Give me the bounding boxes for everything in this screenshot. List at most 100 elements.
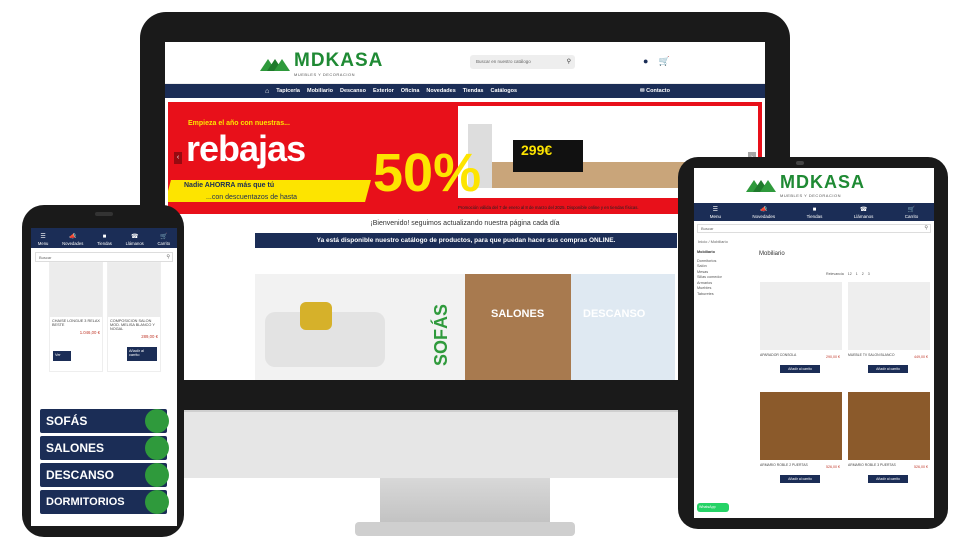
catalog-announcement[interactable]: Ya está disponible nuestro catálogo de p… [255,233,677,248]
product-title: COMPOSICION SALON MOD. MELISA BLANCO Y N… [110,319,155,331]
tablet-nav-carrito[interactable]: 🛒 Carrito [905,206,919,219]
nav-item-tapiceria[interactable]: Tapicería [276,88,300,94]
phone-nav-label: Llámanos [125,241,144,246]
banner-headline: rebajas [186,128,306,169]
tablet-nav-novedades[interactable]: 📣 Novedades [752,206,775,219]
contact-link[interactable]: ✉ Contacto [640,88,670,94]
promo-banner[interactable]: 299€ Empieza el año con nuestras... reba… [168,102,762,214]
product-price: 526,00 € [914,465,928,469]
tile-salones-label: SALONES [491,308,545,320]
phone-nav-label: Tiendas [97,241,112,246]
product-image [848,392,930,460]
tile-descanso[interactable]: DESCANSO [571,274,675,380]
phone-search-input[interactable]: Buscar ⚲ [35,252,173,262]
desktop-logo[interactable]: MDKASA MUEBLES Y DECORACION [260,50,383,77]
phone-icon: ☎ [130,234,139,240]
phone-nav-llamanos[interactable]: ☎ Llámanos [126,233,144,246]
tablet-nav-tiendas[interactable]: ■ Tiendas [807,206,823,219]
product-card[interactable]: ARMARIO ROBLE 3 PUERTAS 526,00 € Añadir … [848,392,930,492]
whatsapp-button[interactable]: WhatsApp [697,503,729,512]
desktop-search-input[interactable]: Buscar en nuestro catálogo ⚲ [470,55,575,69]
add-to-cart-button[interactable]: Añadir al carrito [868,475,908,483]
logo-wordmark: MDKASA [780,172,865,192]
tablet-nav-menu[interactable]: ☰ Menu [710,206,721,219]
carousel-prev-icon[interactable]: ‹ [174,152,182,164]
add-to-cart-button[interactable]: Añadir al carrito [868,365,908,373]
sidebar-heading: Mobiliario [697,250,715,254]
breadcrumb[interactable]: Inicio / Mobiliario [698,239,728,244]
search-icon[interactable]: ⚲ [924,225,928,231]
megaphone-icon: 📣 [68,234,77,240]
phone-nav-novedades[interactable]: 📣 Novedades [62,233,83,246]
nav-item-catalogos[interactable]: Catálogos [490,88,517,94]
page-link[interactable]: 2 [862,272,864,276]
tablet-screen: MDKASA MUEBLES Y DECORACION ☰ Menu 📣 Noved… [694,168,934,518]
page-title: Mobiliario [759,251,785,257]
product-card[interactable]: MUEBLE TV SALON BLANCO 449,00 € Añadir a… [848,282,930,382]
product-image [108,263,160,317]
phone-nav-label: Novedades [62,241,84,246]
bed-icon [145,463,169,487]
tile-sofas-label: SOFÁS [431,304,451,367]
megaphone-icon: 📣 [760,207,768,213]
tile-sofas[interactable]: SOFÁS [255,274,465,380]
nav-item-novedades[interactable]: Novedades [426,88,455,94]
phone-nav-tiendas[interactable]: ■ Tiendas [97,233,112,246]
banner-percent: 50% [373,143,482,203]
logo-tagline: MUEBLES Y DECORACION [294,72,355,77]
phone-cat-salones[interactable]: SALONES [40,436,169,460]
contact-label: Contacto [646,88,670,94]
nav-item-mobiliario[interactable]: Mobiliario [307,88,333,94]
phone-icon: ☎ [859,207,868,213]
cart-icon[interactable]: 🛒 [658,56,669,67]
product-card[interactable]: ARMARIO ROBLE 2 PUERTAS 526,00 € Añadir … [760,392,842,492]
cart-icon: 🛒 [907,207,916,213]
nav-item-oficina[interactable]: Oficina [401,88,420,94]
add-to-cart-button[interactable]: Añadir al carrito [780,365,820,373]
page-link[interactable]: 3 [868,272,870,276]
nav-item-descanso[interactable]: Descanso [340,88,366,94]
tablet-nav-label: Carrito [904,214,919,219]
phone-cat-sofas[interactable]: SOFÁS [40,409,169,433]
phone-nav-carrito[interactable]: 🛒 Carrito [158,233,171,246]
store-icon: ■ [812,207,817,213]
phone-cat-label: SOFÁS [46,414,88,428]
menu-icon: ☰ [712,207,719,213]
user-icon[interactable]: ● [643,56,648,67]
page-link[interactable]: 1 [856,272,858,276]
phone-product-card[interactable]: COMPOSICION SALON MOD. MELISA BLANCO Y N… [107,262,161,372]
store-icon: ■ [102,234,107,240]
tablet-nav-llamanos[interactable]: ☎ Llámanos [854,206,874,219]
tv-unit-icon [145,436,169,460]
nav-item-exterior[interactable]: Exterior [373,88,394,94]
search-placeholder: Buscar [701,226,714,231]
product-card[interactable]: APARADOR CONSOLA 290,00 € Añadir al carr… [760,282,842,382]
view-button[interactable]: Ver [53,351,71,361]
product-price: 290,00 € [826,355,840,359]
home-icon[interactable]: ⌂ [265,88,269,95]
product-image [50,263,102,317]
per-page-select[interactable]: 12 [848,272,852,276]
search-icon[interactable]: ⚲ [567,58,571,65]
phone-nav-menu[interactable]: ☰ Menu [38,233,48,246]
sort-select[interactable]: Relevancia [826,272,844,276]
add-to-cart-button[interactable]: Añadir al carrito [780,475,820,483]
tile-descanso-label: DESCANSO [583,308,646,320]
tablet-nav-label: Llámanos [853,214,874,219]
add-to-cart-button[interactable]: Añadir al carrito [127,347,157,361]
logo-mark-icon [746,178,776,192]
device-mockup-scene: MDKASA MUEBLES Y DECORACION Buscar en nu… [0,0,960,540]
search-icon[interactable]: ⚲ [166,254,170,260]
phone-product-card[interactable]: CHAISE LONGUE 3 RELAX BESTE 1.046,00 € V… [49,262,103,372]
phone-cat-descanso[interactable]: DESCANSO [40,463,169,487]
product-price: 526,00 € [826,465,840,469]
tile-salones[interactable]: SALONES [465,274,571,380]
nav-item-tiendas[interactable]: Tiendas [463,88,484,94]
sidebar-item[interactable]: Taburetes [697,292,752,298]
category-tiles: SOFÁS SALONES DESCANSO [255,274,675,380]
product-price: 289,00 € [141,334,158,339]
tablet-logo[interactable]: MDKASA MUEBLES Y DECORACION [746,172,865,198]
product-price: 1.046,00 € [79,330,100,335]
phone-cat-dormitorios[interactable]: DORMITORIOS [40,490,169,514]
tablet-search-input[interactable]: Buscar ⚲ [697,224,931,233]
